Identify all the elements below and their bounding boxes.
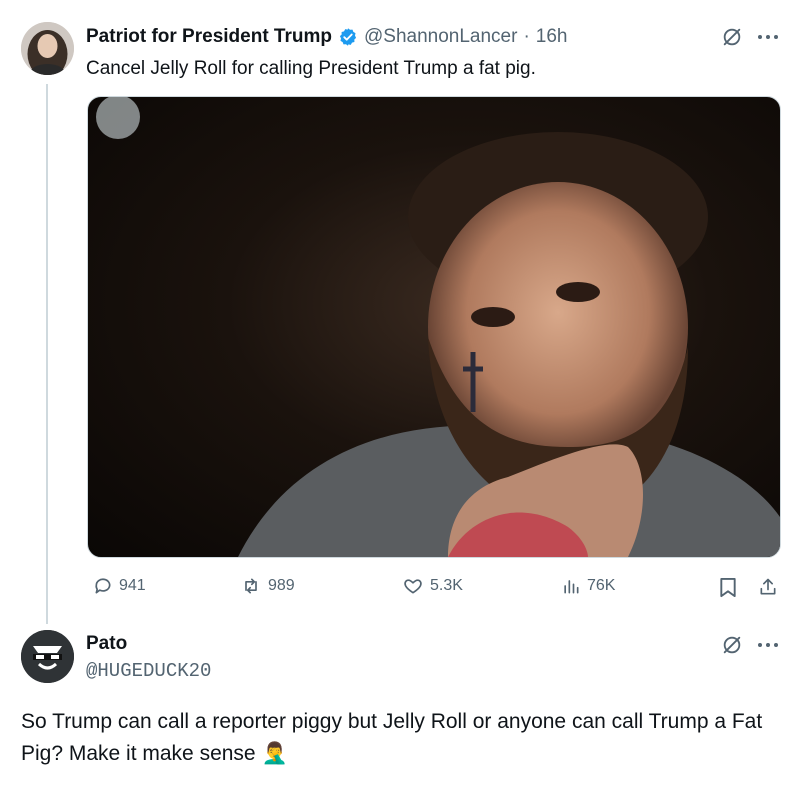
views-count: 76K — [587, 577, 616, 594]
views-button[interactable]: 76K — [561, 576, 615, 596]
verified-badge-icon — [338, 27, 358, 47]
handle[interactable]: @HUGEDUCK20 — [86, 660, 211, 682]
reply-button[interactable]: 941 — [93, 576, 146, 596]
display-name[interactable]: Patriot for President Trump — [86, 26, 332, 48]
repost-icon — [240, 576, 262, 596]
tweet-text: So Trump can call a reporter piggy but J… — [21, 710, 763, 765]
reply-icon — [93, 576, 113, 596]
thread-line — [46, 84, 48, 624]
grok-icon[interactable] — [720, 633, 744, 657]
avatar-patriot[interactable] — [21, 22, 74, 75]
reply-count: 941 — [119, 577, 146, 594]
separator: · — [523, 26, 530, 47]
tweet1-header: Patriot for President Trump @ShannonLanc… — [86, 24, 567, 50]
grok-icon[interactable] — [720, 25, 744, 49]
like-icon — [402, 576, 424, 596]
tweet-media-image[interactable] — [87, 96, 781, 558]
tweet-text: Cancel Jelly Roll for calling President … — [86, 58, 536, 79]
share-icon[interactable] — [757, 576, 779, 598]
more-icon[interactable] — [755, 633, 781, 657]
more-icon[interactable] — [755, 25, 781, 49]
like-count: 5.3K — [430, 577, 463, 594]
repost-button[interactable]: 989 — [240, 576, 295, 596]
avatar-pato[interactable] — [21, 630, 74, 683]
timestamp[interactable]: 16h — [536, 26, 568, 48]
tweet2-text-block: So Trump can call a reporter piggy but J… — [21, 706, 786, 770]
like-button[interactable]: 5.3K — [402, 576, 463, 596]
views-icon — [561, 576, 581, 596]
display-name[interactable]: Pato — [86, 633, 127, 655]
bookmark-icon[interactable] — [717, 576, 739, 598]
repost-count: 989 — [268, 577, 295, 594]
handle[interactable]: @ShannonLancer — [364, 26, 517, 48]
facepalm-emoji: 🤦‍♂️ — [261, 742, 288, 765]
